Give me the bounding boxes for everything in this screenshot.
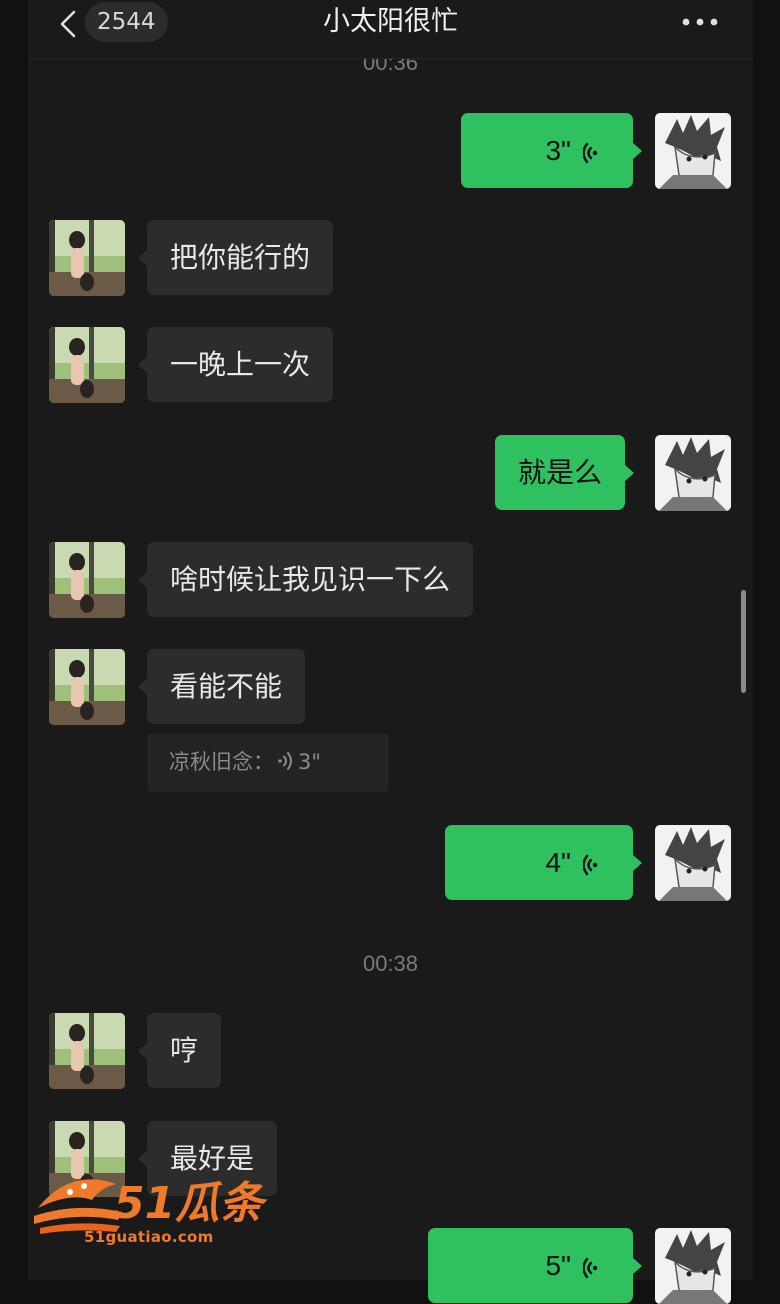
text-message[interactable]: 把你能行的 — [137, 220, 334, 295]
scrollbar-thumb[interactable] — [741, 590, 746, 693]
chat-screen: 2544 小太阳很忙 00:36 3" 把你能行的 一晚上一次 就是么 啥时候让… — [28, 0, 753, 1304]
voice-message[interactable]: 3" — [461, 113, 642, 188]
chat-header: 2544 小太阳很忙 — [28, 0, 753, 59]
my-avatar[interactable] — [655, 113, 731, 189]
contact-avatar[interactable] — [49, 327, 125, 403]
watermark-url: 51guatiao.com — [84, 1228, 214, 1246]
chat-title: 小太阳很忙 — [323, 6, 458, 37]
chevron-left-icon[interactable] — [58, 9, 78, 39]
contact-avatar[interactable] — [49, 542, 125, 618]
quote-sender: 凉秋旧念： — [169, 750, 274, 774]
contact-avatar[interactable] — [49, 220, 125, 296]
voice-wave-icon — [582, 142, 598, 164]
more-dots-icon[interactable] — [680, 12, 720, 32]
timestamp: 00:38 — [362, 951, 419, 976]
my-avatar[interactable] — [655, 435, 731, 511]
my-avatar[interactable] — [655, 825, 731, 901]
quoted-message[interactable]: 凉秋旧念： 3" — [147, 733, 389, 792]
contact-avatar[interactable] — [49, 649, 125, 725]
voice-duration: 3" — [545, 135, 571, 166]
voice-wave-icon — [582, 854, 598, 876]
my-avatar[interactable] — [655, 1228, 731, 1304]
unread-count-badge[interactable]: 2544 — [85, 2, 168, 42]
contact-avatar[interactable] — [49, 1013, 125, 1089]
text-message[interactable]: 哼 — [137, 1013, 222, 1088]
svg-text:51瓜条: 51瓜条 — [114, 1178, 268, 1229]
voice-message[interactable]: 5" — [428, 1228, 642, 1303]
voice-wave-icon — [278, 752, 292, 770]
voice-duration: 4" — [545, 847, 571, 878]
text-message[interactable]: 就是么 — [495, 435, 635, 510]
voice-message[interactable]: 4" — [445, 825, 642, 900]
voice-duration: 5" — [545, 1250, 571, 1281]
text-message[interactable]: 啥时候让我见识一下么 — [137, 542, 474, 617]
text-message[interactable]: 看能不能 — [137, 649, 306, 724]
quote-duration: 3" — [298, 750, 322, 774]
text-message[interactable]: 一晚上一次 — [137, 327, 334, 402]
voice-wave-icon — [582, 1257, 598, 1279]
